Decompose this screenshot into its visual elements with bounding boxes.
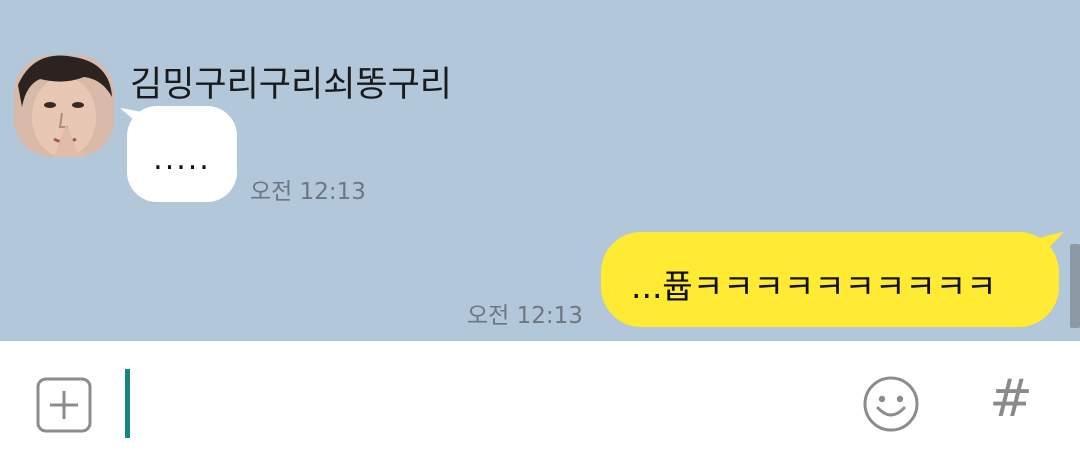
avatar-photo [14, 55, 114, 157]
plus-square-icon [36, 377, 92, 433]
incoming-message-bubble[interactable]: ..... [127, 106, 237, 202]
message-input[interactable] [140, 371, 844, 439]
outgoing-message-bubble[interactable]: ...퓹ㅋㅋㅋㅋㅋㅋㅋㅋㅋㅋ [601, 232, 1059, 327]
outgoing-message-text: ...퓹ㅋㅋㅋㅋㅋㅋㅋㅋㅋㅋ [631, 267, 997, 306]
chat-area[interactable]: 김밍구리구리쇠똥구리 ..... 오전 12:13 오전 12:13 ...퓹ㅋ… [0, 0, 1080, 341]
emoji-button[interactable] [862, 375, 920, 433]
text-cursor [125, 369, 130, 438]
attach-button[interactable] [36, 377, 92, 433]
incoming-message-time: 오전 12:13 [250, 179, 366, 205]
outgoing-message-time: 오전 12:13 [467, 303, 583, 329]
sender-avatar[interactable] [14, 55, 114, 157]
scrollbar-handle[interactable] [1070, 244, 1080, 328]
incoming-message-text: ..... [153, 142, 211, 177]
smiley-icon [863, 376, 919, 432]
message-input-bar: # [0, 341, 1080, 466]
sender-name: 김밍구리구리쇠똥구리 [130, 65, 453, 105]
hashtag-button[interactable]: # [987, 363, 1035, 435]
